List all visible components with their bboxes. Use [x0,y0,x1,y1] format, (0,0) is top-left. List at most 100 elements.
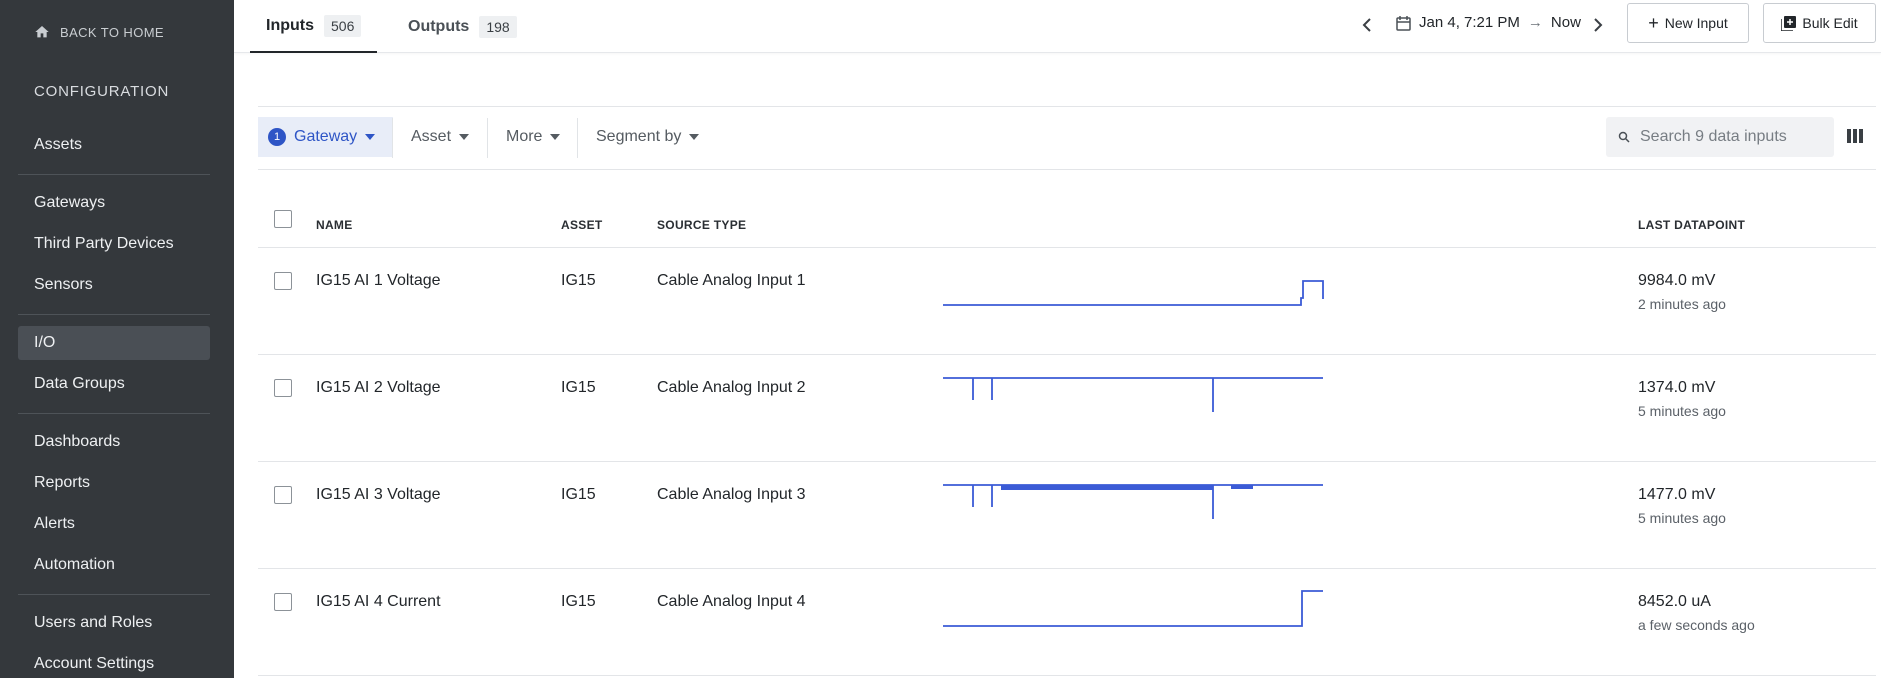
row-asset: IG15 [561,272,596,289]
row-divider [258,568,1876,569]
plus-icon: + [1648,12,1659,33]
bulk-edit-button[interactable]: Bulk Edit [1763,3,1876,43]
chevron-left-icon [1362,18,1371,32]
row-checkbox[interactable] [274,593,292,611]
row-source-type: Cable Analog Input 1 [657,272,806,289]
caret-down-icon [459,134,470,140]
segment-by-label: Segment by [596,128,682,145]
row-divider [258,675,1876,676]
home-icon [35,26,49,38]
gateway-filter-label: Gateway [294,128,358,145]
select-all-checkbox[interactable] [274,210,292,228]
more-filter[interactable]: More [488,117,578,157]
gateway-filter[interactable]: 1 Gateway [258,117,394,157]
row-last-time: a few seconds ago [1638,617,1755,633]
column-header-name[interactable]: NAME [316,218,353,232]
sparkline-chart [943,590,1323,627]
sidebar-item-sensors[interactable]: Sensors [18,268,210,302]
bulk-edit-label: Bulk Edit [1802,15,1858,31]
row-checkbox[interactable] [274,272,292,290]
row-checkbox[interactable] [274,379,292,397]
bulk-edit-icon [1781,15,1797,31]
sidebar: BACK TO HOME CONFIGURATION Assets Gatewa… [0,0,234,678]
row-name[interactable]: IG15 AI 4 Current [316,593,441,611]
sidebar-item-automation[interactable]: Automation [18,548,210,582]
row-name[interactable]: IG15 AI 2 Voltage [316,379,441,397]
row-last-value: 8452.0 uA [1638,593,1711,610]
next-range-button[interactable] [1587,14,1609,36]
sparkline-chart [943,280,1324,306]
sidebar-item-reports[interactable]: Reports [18,466,210,500]
row-last-time: 5 minutes ago [1638,403,1726,419]
row-last-time: 2 minutes ago [1638,296,1726,312]
segment-by-filter[interactable]: Segment by [578,117,717,157]
row-asset: IG15 [561,486,596,503]
sidebar-divider [18,174,210,175]
row-asset: IG15 [561,379,596,396]
row-source-type: Cable Analog Input 2 [657,379,806,396]
sidebar-item-data-groups[interactable]: Data Groups [18,367,210,401]
top-bar: Inputs 506 Outputs 198 Jan 4, 7:21 PM → … [234,0,1881,53]
divider [258,169,1876,170]
row-last-value: 1477.0 mV [1638,486,1716,503]
row-name[interactable]: IG15 AI 1 Voltage [316,272,441,290]
new-input-button[interactable]: + New Input [1627,3,1749,43]
sidebar-item-users-and-roles[interactable]: Users and Roles [18,606,210,640]
column-header-source-type[interactable]: SOURCE TYPE [657,218,746,232]
caret-down-icon [689,134,700,140]
row-source-type: Cable Analog Input 3 [657,486,806,503]
previous-range-button[interactable] [1356,14,1378,36]
sidebar-divider [18,314,210,315]
sidebar-item-io[interactable]: I/O [18,326,210,360]
row-name[interactable]: IG15 AI 3 Voltage [316,486,441,504]
asset-filter-label: Asset [411,128,452,145]
caret-down-icon [550,134,561,140]
calendar-icon [1396,15,1411,31]
row-divider [258,247,1876,248]
sidebar-item-assets[interactable]: Assets [18,128,210,162]
search-box[interactable] [1606,117,1834,157]
search-icon [1618,131,1630,143]
tab-outputs-label: Outputs [408,17,470,35]
row-last-value: 1374.0 mV [1638,379,1716,396]
row-divider [258,354,1876,355]
column-header-asset[interactable]: ASSET [561,218,603,232]
tab-inputs[interactable]: Inputs 506 [250,0,378,53]
sidebar-item-third-party-devices[interactable]: Third Party Devices [18,227,210,261]
sidebar-divider [18,413,210,414]
columns-icon[interactable] [1847,129,1863,143]
search-input[interactable] [1640,128,1820,146]
row-last-value: 9984.0 mV [1638,272,1716,289]
tab-outputs-count: 198 [479,15,517,38]
gateway-filter-count: 1 [268,128,286,146]
tab-inputs-label: Inputs [266,16,314,34]
row-divider [258,461,1876,462]
configuration-heading: CONFIGURATION [34,83,170,100]
row-source-type: Cable Analog Input 4 [657,593,806,610]
date-range-start: Jan 4, 7:21 PM [1419,14,1520,31]
caret-down-icon [365,134,376,140]
chevron-right-icon [1594,18,1603,32]
sidebar-item-alerts[interactable]: Alerts [18,507,210,541]
divider [258,106,1876,107]
date-range-end: Now [1550,14,1581,31]
tab-inputs-count: 506 [324,14,362,37]
sidebar-divider [18,594,210,595]
back-to-home-link[interactable]: BACK TO HOME [34,24,164,40]
sparkline-chart [943,484,1323,519]
back-to-home-label: BACK TO HOME [60,24,165,40]
sidebar-item-gateways[interactable]: Gateways [18,186,210,220]
arrow-right-icon: → [1527,14,1543,31]
date-range-picker[interactable]: Jan 4, 7:21 PM → Now [1396,14,1581,31]
column-header-last-datapoint[interactable]: LAST DATAPOINT [1638,218,1745,232]
asset-filter[interactable]: Asset [393,117,487,157]
sparkline-chart [943,377,1323,412]
tab-outputs[interactable]: Outputs 198 [398,0,527,53]
more-filter-label: More [506,128,543,145]
sidebar-item-dashboards[interactable]: Dashboards [18,425,210,459]
row-asset: IG15 [561,593,596,610]
row-last-time: 5 minutes ago [1638,510,1726,526]
row-checkbox[interactable] [274,486,292,504]
new-input-label: New Input [1664,15,1728,31]
sidebar-item-account-settings[interactable]: Account Settings [18,647,210,678]
